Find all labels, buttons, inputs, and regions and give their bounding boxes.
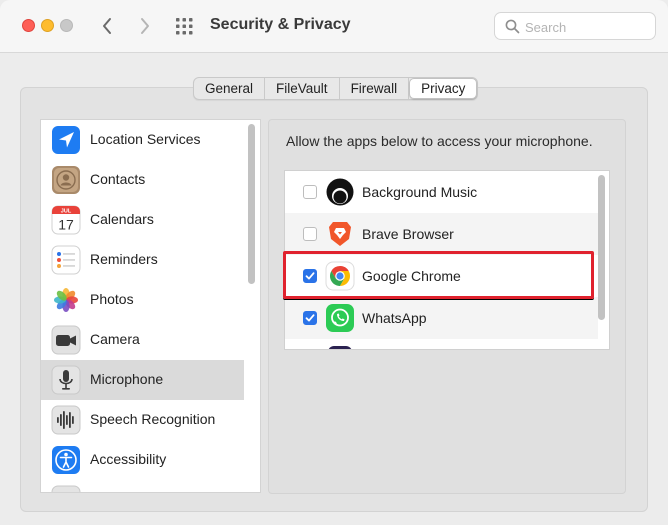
forward-button[interactable]: [134, 14, 156, 38]
window-title: Security & Privacy: [210, 16, 351, 33]
sidebar-item-photos[interactable]: Photos: [41, 280, 244, 320]
svg-text:17: 17: [58, 217, 74, 233]
sidebar-scrollbar[interactable]: [248, 124, 255, 284]
accessibility-icon: [52, 446, 80, 474]
sidebar-item-microphone[interactable]: Microphone: [41, 360, 244, 400]
sidebar-item-label: Location Services: [90, 131, 201, 147]
highlight-box: [283, 251, 594, 299]
close-button[interactable]: [22, 19, 35, 32]
tab-filevault[interactable]: FileVault: [265, 78, 340, 99]
app-checkbox[interactable]: [303, 227, 317, 241]
camera-icon: [51, 325, 81, 355]
calendar-icon: JUL 17: [51, 205, 81, 235]
tab-privacy[interactable]: Privacy: [409, 78, 478, 99]
whatsapp-icon: [326, 304, 354, 332]
search-icon: [505, 19, 520, 34]
sidebar-item-accessibility[interactable]: Accessibility: [41, 440, 244, 480]
back-button[interactable]: [96, 14, 118, 38]
system-preferences-window: Security & Privacy General FileVault Fir…: [0, 0, 668, 525]
sidebar-item-label: Speech Recognition: [90, 411, 216, 427]
sidebar-item-calendars[interactable]: JUL 17 Calendars: [41, 200, 244, 240]
app-row-brave-browser[interactable]: Brave Browser: [285, 213, 598, 255]
location-icon: [52, 126, 80, 154]
sidebar-item-contacts[interactable]: Contacts: [41, 160, 244, 200]
speech-recognition-icon: [51, 405, 81, 435]
app-name: WhatsApp: [362, 310, 427, 326]
title-bar: Security & Privacy: [0, 0, 668, 53]
app-icon: [328, 346, 352, 349]
checkmark-icon: [305, 314, 315, 322]
contacts-icon: [52, 166, 80, 194]
microphone-icon: [51, 365, 81, 395]
maximize-button[interactable]: [60, 19, 73, 32]
brave-icon: [329, 222, 351, 246]
app-row-background-music[interactable]: Background Music: [285, 171, 598, 213]
app-name: Brave Browser: [362, 226, 454, 242]
sidebar-item-partial[interactable]: [41, 480, 244, 492]
sidebar-item-label: Microphone: [90, 371, 164, 387]
app-icon: [51, 485, 81, 492]
search-field[interactable]: [494, 12, 656, 40]
app-list-scrollbar[interactable]: [598, 175, 605, 320]
photos-icon: [54, 288, 78, 312]
svg-text:JUL: JUL: [61, 208, 72, 214]
tab-firewall[interactable]: Firewall: [340, 78, 410, 99]
grid-icon: [176, 18, 193, 35]
sidebar-item-location-services[interactable]: Location Services: [41, 120, 244, 160]
reminders-icon: [51, 245, 81, 275]
sidebar-item-speech-recognition[interactable]: Speech Recognition: [41, 400, 244, 440]
chevron-left-icon: [103, 18, 111, 34]
sidebar-item-label: Photos: [90, 291, 134, 307]
app-row-whatsapp[interactable]: WhatsApp: [285, 297, 598, 339]
search-input[interactable]: [525, 17, 649, 37]
show-all-button[interactable]: [175, 16, 195, 36]
sidebar-item-label: Reminders: [90, 251, 158, 267]
app-row-partial[interactable]: [285, 339, 598, 349]
background-music-icon: [326, 178, 354, 206]
sidebar-item-reminders[interactable]: Reminders: [41, 240, 244, 280]
privacy-category-list[interactable]: Location Services Contacts JUL 17 Calend…: [40, 119, 261, 493]
sidebar-item-camera[interactable]: Camera: [41, 320, 244, 360]
tab-general[interactable]: General: [194, 78, 266, 99]
app-checkbox[interactable]: [303, 311, 317, 325]
tab-bar: General FileVault Firewall Privacy: [193, 77, 479, 100]
minimize-button[interactable]: [41, 19, 54, 32]
pane-description: Allow the apps below to access your micr…: [286, 133, 593, 149]
sidebar-item-label: Contacts: [90, 171, 146, 187]
chevron-right-icon: [141, 18, 149, 34]
sidebar-item-label: Camera: [90, 331, 140, 347]
app-checkbox[interactable]: [303, 185, 317, 199]
sidebar-item-label: Calendars: [90, 211, 154, 227]
sidebar-item-label: Accessibility: [90, 451, 167, 467]
app-name: Background Music: [362, 184, 478, 200]
